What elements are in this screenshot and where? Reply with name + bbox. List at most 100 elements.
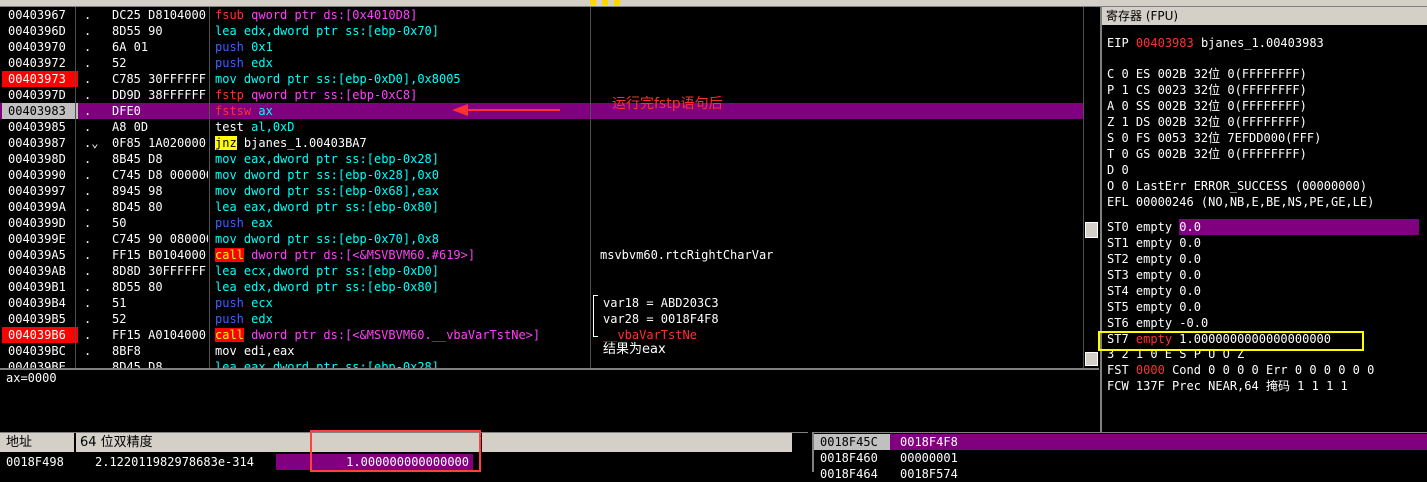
column-divider	[75, 7, 76, 368]
fpu-register-value[interactable]: -0.0	[1179, 316, 1208, 330]
disasm-row[interactable]: 004039BE. 8D45 D8 lea eax,dword ptr ss:[eb…	[0, 359, 1083, 368]
jump-flag: .	[84, 232, 92, 246]
operand: bjanes_1.00403BA7	[243, 136, 367, 150]
fst-value[interactable]: 0000	[1136, 363, 1165, 377]
flag-segment-line[interactable]: P 1 CS 0023 32位 0(FFFFFFFF)	[1107, 82, 1307, 98]
disasm-row[interactable]: 00403967. DC25 D8104000 fsub qword ptr ds:…	[0, 7, 1083, 23]
disasm-row[interactable]: 0040398D. 8B45 D8 mov eax,dword ptr ss:[eb…	[0, 151, 1083, 167]
comment	[600, 55, 1080, 71]
instruction-text: fsub qword ptr ds:[0x4010D8]	[215, 7, 589, 23]
flag-segment-line[interactable]: D 0	[1107, 162, 1129, 178]
efl-line[interactable]: EFL 00000246 (NO,NB,E,BE,NS,PE,GE,LE)	[1107, 194, 1374, 210]
disasm-row[interactable]: 00403970. 6A 01 push 0x1	[0, 39, 1083, 55]
registers-pane[interactable]: 寄存器 (FPU) EIP 00403983 bjanes_1.00403983…	[1100, 7, 1427, 432]
eip-line[interactable]: EIP 00403983 bjanes_1.00403983	[1107, 35, 1324, 51]
eip-symbol: bjanes_1.00403983	[1200, 36, 1324, 50]
disassembly-pane[interactable]: 00403967. DC25 D8104000 fsub qword ptr ds:…	[0, 7, 1083, 368]
fpu-register-name: ST4	[1107, 284, 1129, 298]
disasm-row[interactable]: 00403987 .⌄ 0F85 1A020000 jnz bjanes_1.0040…	[0, 135, 1083, 151]
fpu-register-line[interactable]: ST4 empty 0.0	[1107, 283, 1201, 299]
fpu-register-value[interactable]: 0.0	[1179, 219, 1420, 235]
info-text: ax=0000	[6, 371, 57, 385]
stack-value: 0018F574	[900, 467, 958, 481]
stack-row[interactable]: 0018F460 00000001	[814, 450, 1427, 466]
jump-flag: .	[84, 360, 92, 368]
flag-segment-line[interactable]: Z 1 DS 002B 32位 0(FFFFFFFF)	[1107, 114, 1307, 130]
fst-line[interactable]: FST 0000 Cond 0 0 0 0 Err 0 0 0 0 0 0	[1107, 362, 1374, 378]
disassembly-scrollbar[interactable]	[1083, 7, 1100, 368]
dump-value-1[interactable]: 2.122011982978683e-314	[95, 454, 254, 470]
disasm-row[interactable]: 004039B6. FF15 A0104000 call dword ptr ds:…	[0, 327, 1083, 343]
disasm-row[interactable]: 004039B4. 51 push ecx var18 = ABD203C3	[0, 295, 1083, 311]
comment: var18 = ABD203C3	[603, 296, 719, 310]
instruction-text: push 0x1	[215, 39, 589, 55]
fpu-register-name: ST1	[1107, 236, 1129, 250]
fpu-register-value[interactable]: 0.0	[1179, 268, 1201, 282]
disasm-row[interactable]: 004039B1. 8D55 80 lea edx,dword ptr ss:[eb…	[0, 279, 1083, 295]
disasm-row[interactable]: 004039A5. FF15 B0104000 call dword ptr ds:…	[0, 247, 1083, 263]
disasm-row[interactable]: 00403985. A8 0D test al,0xD	[0, 119, 1083, 135]
mnemonic: lea	[215, 280, 237, 294]
fpu-register-value[interactable]: 0.0	[1179, 300, 1201, 314]
st7-highlight-box	[1098, 331, 1364, 351]
operand: ecx	[251, 296, 273, 310]
comment	[600, 359, 1080, 368]
fpu-register-name: ST3	[1107, 268, 1129, 282]
eip-value[interactable]: 00403983	[1136, 36, 1194, 50]
disasm-row[interactable]: 004039AB. 8D8D 30FFFFFF lea ecx,dword ptr …	[0, 263, 1083, 279]
flag-segment-line[interactable]: S 0 FS 0053 32位 7EFDD000(FFF)	[1107, 130, 1321, 146]
opcode-bytes: 8BF8	[112, 344, 141, 358]
fpu-register-line[interactable]: ST0 empty 0.0	[1107, 219, 1420, 235]
registers-title[interactable]: 寄存器 (FPU)	[1102, 7, 1427, 25]
instruction-address: 0040399A	[8, 200, 66, 214]
jump-flag: .	[84, 184, 92, 198]
dump-address[interactable]: 0018F498	[6, 454, 64, 470]
instruction-text: mov dword ptr ss:[ebp-0xD0],0x8005	[215, 71, 589, 87]
fpu-register-value[interactable]: 0.0	[1179, 252, 1201, 266]
disasm-row[interactable]: 00403990. C745 D8 000000 mov dword ptr ss:…	[0, 167, 1083, 183]
disasm-row[interactable]: 0040396D. 8D55 90 lea edx,dword ptr ss:[eb…	[0, 23, 1083, 39]
disasm-row[interactable]: 0040397D. DD9D 38FFFFFF fstp qword ptr ss:…	[0, 87, 1083, 103]
stack-row[interactable]: 0018F45C 0018F4F8	[814, 434, 1427, 450]
dump-col-empty	[482, 433, 792, 452]
mnemonic: test	[215, 120, 244, 134]
fpu-register-line[interactable]: ST5 empty 0.0	[1107, 299, 1201, 315]
scrollbar-thumb[interactable]	[1085, 222, 1098, 238]
jump-flag: .	[84, 152, 92, 166]
opcode-bytes: A8 0D	[112, 120, 149, 134]
disasm-row[interactable]: 00403973. C785 30FFFFFF mov dword ptr ss:[…	[0, 71, 1083, 87]
scrollbar-down-button[interactable]	[1085, 352, 1098, 366]
jump-flag: .	[84, 248, 92, 262]
disasm-row[interactable]: 0040399A. 8D45 80 lea eax,dword ptr ss:[eb…	[0, 199, 1083, 215]
fpu-register-name: ST0	[1107, 220, 1129, 234]
disasm-row[interactable]: 00403972. 52 push edx	[0, 55, 1083, 71]
comment: var28 = 0018F4F8	[603, 312, 719, 326]
instruction-text: call dword ptr ds:[<&MSVBVM60.__vbaVarTs…	[215, 327, 589, 343]
instruction-address: 004039B4	[8, 296, 66, 310]
flag-segment-line[interactable]: O 0 LastErr ERROR_SUCCESS (00000000)	[1107, 178, 1367, 194]
stack-pane[interactable]: 0018F45C 0018F4F8 0018F460 00000001 0018F464…	[812, 432, 1427, 481]
fpu-register-line[interactable]: ST6 empty -0.0	[1107, 315, 1208, 331]
comment	[600, 183, 1080, 199]
fpu-register-line[interactable]: ST3 empty 0.0	[1107, 267, 1201, 283]
dump-col-address[interactable]: 地址	[0, 433, 74, 452]
disasm-row[interactable]: 004039BC. 8BF8 mov edi,eax	[0, 343, 1083, 359]
disasm-row[interactable]: 00403997. 8945 98 mov dword ptr ss:[ebp-0x…	[0, 183, 1083, 199]
disasm-row[interactable]: 0040399E. C745 90 080000 mov dword ptr ss:…	[0, 231, 1083, 247]
flag-segment-line[interactable]: A 0 SS 002B 32位 0(FFFFFFFF)	[1107, 98, 1307, 114]
fpu-register-value[interactable]: 0.0	[1179, 236, 1201, 250]
disasm-row[interactable]: 0040399D. 50 push eax	[0, 215, 1083, 231]
flag-segment-line[interactable]: T 0 GS 002B 32位 0(FFFFFFFF)	[1107, 146, 1307, 162]
instruction-address: 00403997	[8, 184, 66, 198]
fpu-register-value[interactable]: 0.0	[1179, 284, 1201, 298]
fpu-register-line[interactable]: ST2 empty 0.0	[1107, 251, 1201, 267]
fpu-register-line[interactable]: ST1 empty 0.0	[1107, 235, 1201, 251]
comment	[600, 23, 1080, 39]
comment	[600, 199, 1080, 215]
disasm-row[interactable]: 004039B5. 52 push edx var28 = 0018F4F8	[0, 311, 1083, 327]
fpu-register-name: ST6	[1107, 316, 1129, 330]
stack-row[interactable]: 0018F464 0018F574	[814, 466, 1427, 482]
flag-segment-line[interactable]: C 0 ES 002B 32位 0(FFFFFFFF)	[1107, 66, 1307, 82]
mnemonic: fsub	[215, 8, 244, 22]
fcw-line[interactable]: FCW 137F Prec NEAR,64 掩码 1 1 1 1	[1107, 378, 1348, 394]
